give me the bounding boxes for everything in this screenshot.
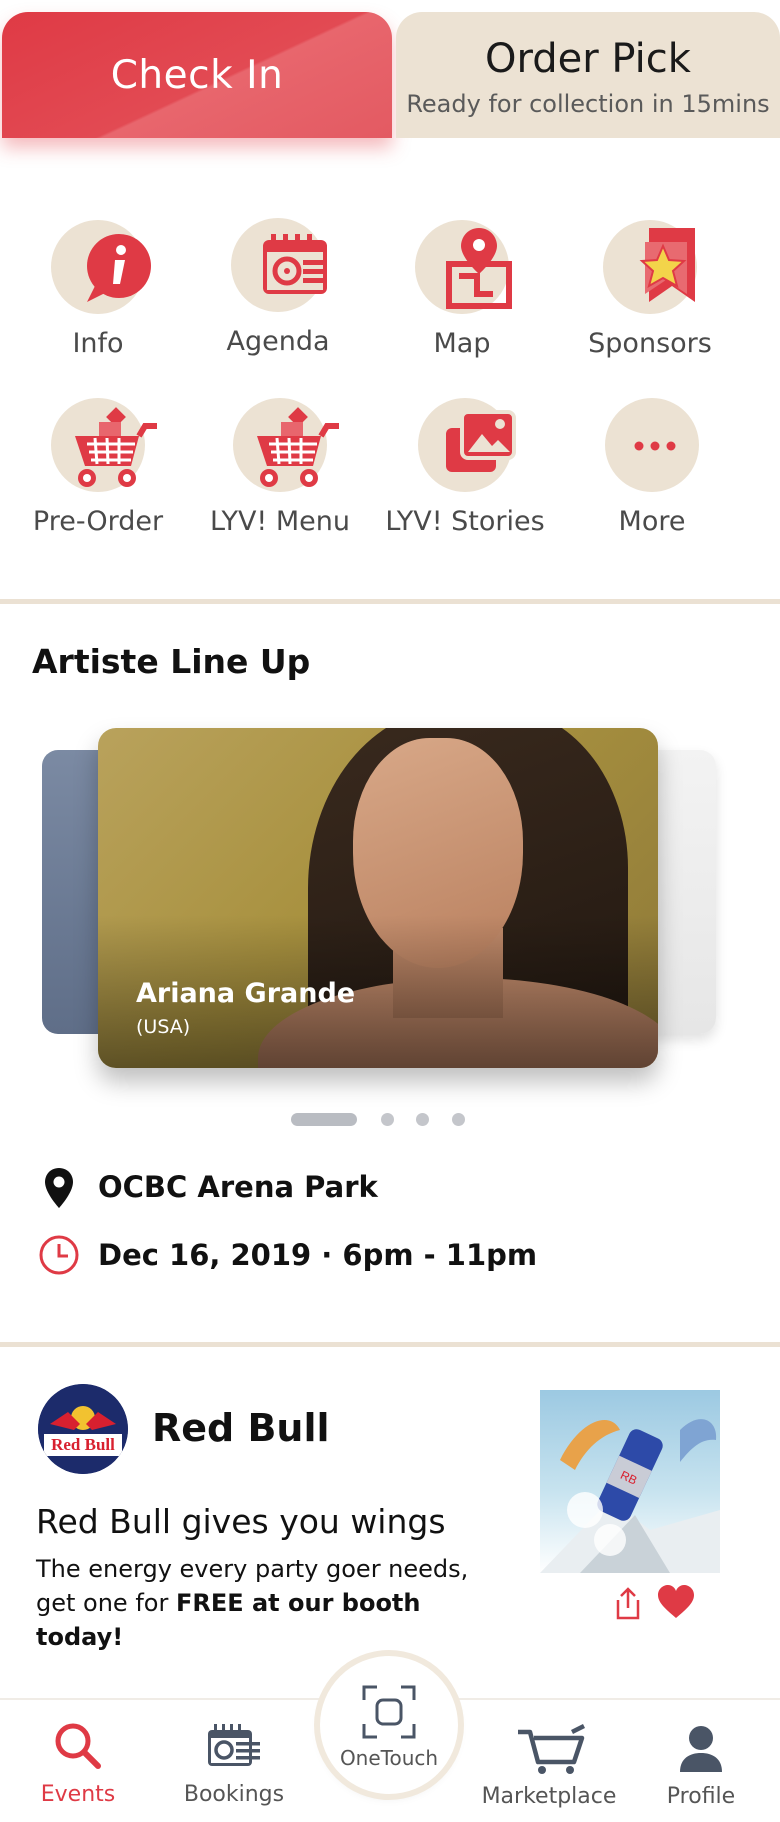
quick-actions-grid: Info Agenda Map Sponsors Pre-Order LYV! … — [0, 210, 780, 550]
heart-icon[interactable] — [656, 1584, 696, 1620]
quick-action-label: Pre-Order — [32, 506, 164, 537]
quick-action-label: Agenda — [226, 326, 330, 357]
more-icon — [634, 441, 676, 451]
quick-action-label: LYV! Menu — [210, 506, 350, 537]
quick-action-sponsors[interactable]: Sponsors — [560, 220, 740, 359]
promo-headline: Red Bull gives you wings — [36, 1502, 446, 1541]
agenda-icon — [263, 234, 327, 294]
gallery-icon — [446, 410, 516, 472]
map-icon — [446, 228, 512, 309]
info-icon-bg — [51, 220, 151, 314]
search-icon — [55, 1723, 101, 1769]
scan-icon — [362, 1685, 416, 1739]
nav-marketplace-label: Marketplace — [481, 1784, 617, 1809]
nav-bookings-label: Bookings — [183, 1782, 285, 1807]
order-pick-subtitle: Ready for collection in 15mins — [406, 90, 770, 118]
logo-text: Red Bull — [51, 1435, 115, 1454]
top-tabs: Check In Order Pick Ready for collection… — [0, 0, 780, 140]
cart-icon — [75, 407, 157, 487]
quick-action-label: Map — [433, 328, 491, 359]
red-bull-logo: Red Bull — [38, 1384, 128, 1474]
nav-profile-label: Profile — [666, 1784, 736, 1809]
sponsors-icon — [639, 228, 695, 302]
location-text: OCBC Arena Park — [98, 1170, 378, 1204]
more-icon-bg — [605, 398, 699, 492]
onetouch-button[interactable]: OneTouch — [320, 1656, 458, 1794]
cart-icon-bg — [51, 398, 157, 492]
pagination-dot[interactable] — [416, 1113, 429, 1126]
datetime-text: Dec 16, 2019 · 6pm - 11pm — [98, 1238, 538, 1272]
pagination-dot-active[interactable] — [291, 1113, 357, 1126]
quick-action-lyv-stories[interactable]: LYV! Stories — [375, 398, 555, 537]
check-in-label: Check In — [110, 52, 284, 98]
section-divider — [0, 1342, 780, 1347]
promo-body: The energy every party goer needs, get o… — [36, 1552, 506, 1654]
quick-action-label: Sponsors — [588, 328, 712, 359]
promo-brand: Red Bull — [152, 1406, 330, 1450]
quick-action-map[interactable]: Map — [372, 220, 552, 359]
section-divider — [0, 599, 780, 604]
nav-events-label: Events — [40, 1782, 116, 1807]
marketplace-cart-icon — [518, 1724, 586, 1774]
artist-name: Ariana Grande — [136, 978, 356, 1009]
artist-country: (USA) — [136, 1016, 191, 1038]
order-pick-tab[interactable]: Order Pick Ready for collection in 15min… — [396, 12, 780, 138]
onetouch-label: OneTouch — [339, 1746, 439, 1770]
bookings-icon — [208, 1724, 260, 1766]
pagination-dot[interactable] — [452, 1113, 465, 1126]
info-icon — [87, 234, 151, 302]
promo-image[interactable]: RB — [540, 1390, 720, 1573]
gallery-icon-bg — [418, 398, 516, 492]
profile-icon — [680, 1726, 722, 1772]
check-in-tab[interactable]: Check In — [2, 12, 392, 138]
quick-action-pre-order[interactable]: Pre-Order — [8, 398, 188, 537]
map-icon-bg — [415, 220, 512, 314]
location-pin-icon — [45, 1168, 73, 1208]
clock-icon — [39, 1235, 79, 1275]
order-pick-title: Order Pick — [485, 36, 691, 82]
lineup-title: Artiste Line Up — [32, 642, 311, 681]
quick-action-label: Info — [72, 328, 124, 359]
quick-action-label: LYV! Stories — [385, 506, 545, 537]
quick-action-lyv-menu[interactable]: LYV! Menu — [190, 398, 370, 537]
quick-action-agenda[interactable]: Agenda — [188, 218, 368, 357]
agenda-icon-bg — [231, 218, 327, 312]
cart-icon — [257, 407, 339, 487]
quick-action-more[interactable]: More — [562, 398, 742, 537]
share-icon[interactable] — [614, 1586, 642, 1620]
quick-action-label: More — [618, 506, 686, 537]
sponsors-icon-bg — [603, 220, 697, 314]
quick-action-info[interactable]: Info — [8, 220, 188, 359]
artist-card[interactable]: Ariana Grande (USA) — [98, 728, 658, 1068]
cart-icon-bg — [233, 398, 339, 492]
pagination-dot[interactable] — [381, 1113, 394, 1126]
